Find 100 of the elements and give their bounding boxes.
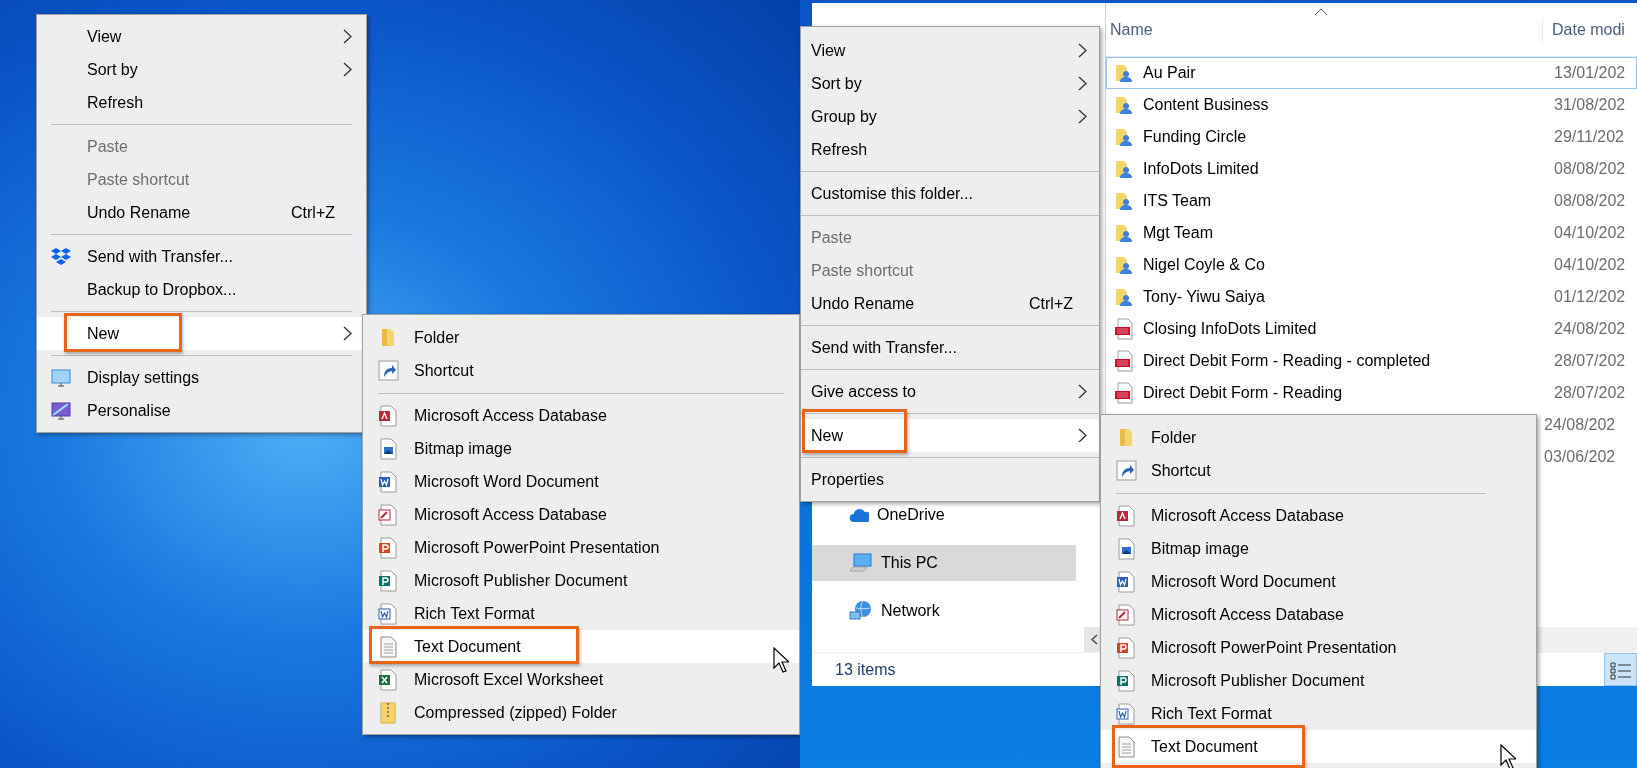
cloud-icon xyxy=(849,507,869,523)
file-name: Direct Debit Form - Reading xyxy=(1143,383,1344,403)
file-row[interactable]: Tony- Yiwu Saiya 01/12/202 xyxy=(1106,281,1637,313)
date-modified: 13/01/202 xyxy=(1554,63,1626,83)
menu-item[interactable]: View xyxy=(801,34,1099,67)
file-row[interactable]: Direct Debit Form - Reading 28/07/202 xyxy=(1106,377,1637,409)
file-row[interactable]: Au Pair 13/01/202 xyxy=(1106,57,1637,89)
menu-item[interactable]: Sort by xyxy=(801,67,1099,100)
file-row[interactable]: Mgt Team 04/10/202 xyxy=(1106,217,1637,249)
shared-folder-icon xyxy=(1114,223,1134,243)
menu-item[interactable]: New xyxy=(801,419,1099,452)
shared-folder-icon xyxy=(1114,255,1134,275)
submenu-item[interactable]: Microsoft Excel Worksheet xyxy=(363,663,799,696)
submenu-item[interactable]: Bitmap image xyxy=(1101,532,1536,565)
database-file-icon xyxy=(1116,505,1136,527)
date-modified: 01/12/202 xyxy=(1554,287,1626,307)
network-icon xyxy=(849,600,873,622)
submenu-item[interactable]: Shortcut xyxy=(363,354,799,387)
file-name: InfoDots Limited xyxy=(1143,159,1260,179)
menu-item[interactable]: Undo Rename Ctrl+Z xyxy=(37,196,366,229)
shared-folder-icon xyxy=(1114,127,1134,147)
menu-item[interactable]: Backup to Dropbox... xyxy=(37,273,366,306)
menu-item[interactable]: Customise this folder... xyxy=(801,177,1099,210)
date-modified: 24/08/202 xyxy=(1554,319,1626,339)
submenu-item[interactable]: Microsoft Word Document xyxy=(363,465,799,498)
file-name: Au Pair xyxy=(1143,63,1197,83)
computer-icon xyxy=(849,553,873,573)
document-file-icon xyxy=(378,603,398,625)
database-file-icon xyxy=(378,405,398,427)
nav-item[interactable]: This PC xyxy=(812,545,1076,581)
date-modified: 08/08/202 xyxy=(1554,191,1626,211)
submenu-item[interactable]: Microsoft Publisher Document xyxy=(363,564,799,597)
menu-item[interactable]: Send with Transfer... xyxy=(801,331,1099,364)
nav-item[interactable]: OneDrive xyxy=(812,497,1076,533)
submenu-item[interactable]: Folder xyxy=(1101,421,1536,454)
shortcut-icon xyxy=(378,360,399,381)
submenu-item[interactable]: Microsoft Word Document xyxy=(1101,565,1536,598)
monitor-icon xyxy=(51,368,71,388)
date-modified: 28/07/202 xyxy=(1554,383,1626,403)
file-row[interactable]: Content Business 31/08/202 xyxy=(1106,89,1637,121)
submenu-item[interactable]: Microsoft Access Database xyxy=(363,399,799,432)
file-row[interactable]: Funding Circle 29/11/202 xyxy=(1106,121,1637,153)
spreadsheet-file-icon xyxy=(378,669,398,691)
image-file-icon xyxy=(378,438,398,460)
submenu-item[interactable]: Rich Text Format xyxy=(1101,697,1536,730)
submenu-item[interactable]: Microsoft Access Database xyxy=(1101,598,1536,631)
menu-item[interactable]: Give access to xyxy=(801,375,1099,408)
menu-item[interactable]: Group by xyxy=(801,100,1099,133)
shared-folder-icon xyxy=(1114,95,1134,115)
file-row[interactable]: InfoDots Limited 08/08/202 xyxy=(1106,153,1637,185)
submenu-item[interactable]: Microsoft Publisher Document xyxy=(1101,664,1536,697)
file-row[interactable]: Direct Debit Form - Reading - completed 28/07/202 xyxy=(1106,345,1637,377)
submenu-item[interactable]: Microsoft PowerPoint Presentation xyxy=(363,531,799,564)
menu-item[interactable]: Undo Rename Ctrl+Z xyxy=(801,287,1099,320)
sort-caret-icon xyxy=(1314,8,1328,16)
menu-item[interactable]: Refresh xyxy=(801,133,1099,166)
menu-item[interactable]: Personalise xyxy=(37,394,366,427)
submenu-item[interactable]: Rich Text Format xyxy=(363,597,799,630)
menu-item[interactable]: Sort by xyxy=(37,53,366,86)
shared-folder-icon xyxy=(1114,287,1134,307)
menu-item[interactable]: Refresh xyxy=(37,86,366,119)
file-name: Content Business xyxy=(1143,95,1270,115)
file-row[interactable]: Nigel Coyle & Co 04/10/202 xyxy=(1106,249,1637,281)
details-view-icon xyxy=(1609,659,1632,680)
menu-item[interactable]: Display settings xyxy=(37,361,366,394)
file-name: Mgt Team xyxy=(1143,223,1214,243)
menu-item[interactable]: Properties xyxy=(801,463,1099,496)
monitor-icon xyxy=(51,401,71,421)
submenu-item[interactable]: Microsoft Access Database xyxy=(1101,499,1536,532)
document-file-icon xyxy=(1116,703,1136,725)
submenu-item[interactable]: Microsoft PowerPoint Presentation xyxy=(1101,631,1536,664)
submenu-item[interactable]: Folder xyxy=(363,321,799,354)
column-header[interactable]: Name xyxy=(1106,17,1542,42)
date-modified: 28/07/202 xyxy=(1554,351,1626,371)
file-name: Nigel Coyle & Co xyxy=(1143,255,1266,275)
file-name: Tony- Yiwu Saiya xyxy=(1143,287,1266,307)
nav-item[interactable]: Network xyxy=(812,593,1076,629)
date-modified: 31/08/202 xyxy=(1554,95,1626,115)
menu-item[interactable]: View xyxy=(37,20,366,53)
database-file-icon xyxy=(378,504,398,526)
submenu-item[interactable]: Shortcut xyxy=(1101,454,1536,487)
text-file-icon xyxy=(378,636,398,658)
chevron-left-icon xyxy=(1090,634,1098,645)
shared-folder-icon xyxy=(1114,159,1134,179)
shortcut-text: Ctrl+Z xyxy=(291,202,335,223)
shortcut-text: Ctrl+Z xyxy=(1029,293,1073,314)
submenu-item[interactable]: Microsoft Access Database xyxy=(363,498,799,531)
submenu-item[interactable]: Compressed (zipped) Folder xyxy=(363,696,799,729)
column-header[interactable]: Date modi xyxy=(1542,17,1625,42)
document-file-icon xyxy=(378,471,398,493)
details-view-button[interactable] xyxy=(1604,653,1637,686)
submenu-item[interactable]: Text Document xyxy=(363,630,799,663)
submenu-item[interactable]: Bitmap image xyxy=(363,432,799,465)
file-name: ITS Team xyxy=(1143,191,1213,211)
shortcut-icon xyxy=(1116,460,1137,481)
file-row[interactable]: ITS Team 08/08/202 xyxy=(1106,185,1637,217)
file-row[interactable]: Closing InfoDots Limited 24/08/202 xyxy=(1106,313,1637,345)
mouse-cursor-icon xyxy=(773,647,789,673)
menu-item[interactable]: Send with Transfer... xyxy=(37,240,366,273)
submenu-item[interactable]: Text Document xyxy=(1101,730,1536,763)
